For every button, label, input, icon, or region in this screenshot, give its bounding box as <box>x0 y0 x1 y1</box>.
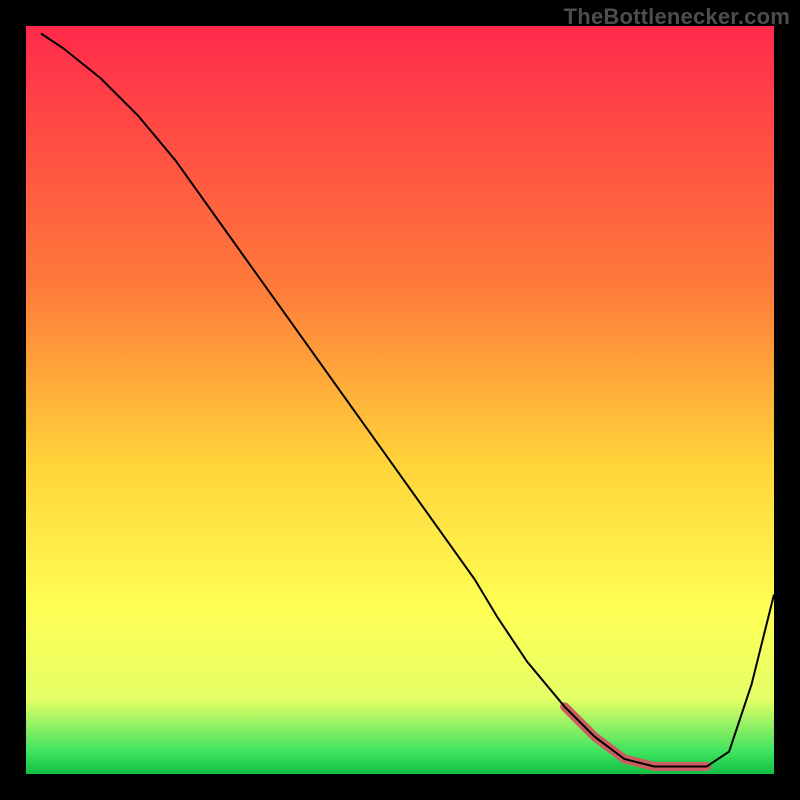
watermark-text: TheBottlenecker.com <box>564 4 790 30</box>
chart-frame <box>26 26 774 774</box>
gradient-background <box>26 26 774 774</box>
chart-canvas <box>26 26 774 774</box>
